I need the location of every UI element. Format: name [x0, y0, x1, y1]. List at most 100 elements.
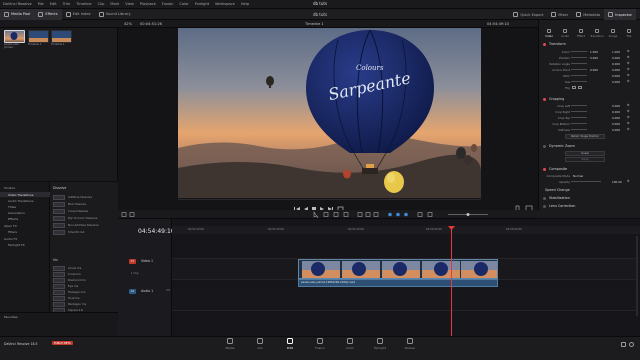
tree-titles[interactable]: Titles — [8, 205, 16, 209]
project-manager-icon[interactable] — [621, 342, 626, 347]
param-slider[interactable] — [571, 63, 587, 65]
insert-clip-icon[interactable] — [357, 212, 363, 217]
timeline-scrollbar[interactable] — [636, 236, 638, 316]
stabilization-section-header[interactable]: Stabilization — [540, 195, 636, 201]
param-y-value[interactable]: 0.000 — [612, 56, 620, 60]
tree-filters[interactable]: Filters — [8, 230, 17, 234]
dynamic-zoom-section-header[interactable]: Dynamic Zoom — [540, 143, 636, 149]
flag-icon[interactable] — [417, 212, 423, 217]
param-value[interactable]: 0.000 — [612, 80, 620, 84]
page-tab-fusion[interactable]: Fusion — [305, 338, 335, 350]
playhead[interactable] — [451, 226, 452, 336]
layout-icon[interactable] — [129, 212, 135, 217]
page-tab-cut[interactable]: Cut — [245, 338, 275, 350]
param-value[interactable]: 100.00 — [612, 180, 622, 184]
param-softness[interactable]: Softness 0.000 — [540, 127, 636, 132]
menu-view[interactable]: View — [125, 2, 134, 6]
viewer-scrubber[interactable] — [178, 199, 481, 200]
page-tab-color[interactable]: Color — [335, 338, 365, 350]
opacity-slider[interactable] — [571, 181, 601, 183]
swap-button[interactable]: Swap — [565, 157, 605, 162]
page-tab-media[interactable]: Media — [215, 338, 245, 350]
timeline-thumbnail[interactable] — [28, 30, 49, 43]
param-slider[interactable] — [571, 123, 587, 125]
param-crop-bottom[interactable]: Crop Bottom 0.000 — [540, 121, 636, 126]
param-flip[interactable]: Flip — [540, 85, 636, 90]
keyframe-icon[interactable] — [626, 109, 630, 114]
page-tab-edit[interactable]: Edit — [275, 338, 305, 350]
page-tab-deliver[interactable]: Deliver — [395, 338, 425, 350]
keyframe-icon[interactable] — [626, 115, 630, 120]
tree-video-transitions[interactable]: Video Transitions — [8, 193, 33, 197]
enabled-indicator-icon[interactable] — [543, 204, 546, 208]
enabled-indicator-icon[interactable] — [543, 167, 546, 171]
tree-fairlight-fx[interactable]: Fairlight FX — [8, 243, 25, 247]
tab-effect[interactable]: Effect — [573, 29, 589, 38]
audio-track-lane[interactable] — [172, 287, 636, 311]
param-slider[interactable] — [571, 75, 587, 77]
menu-file[interactable]: File — [38, 2, 44, 6]
enabled-indicator-icon[interactable] — [543, 196, 546, 200]
param-slider[interactable] — [571, 81, 587, 83]
media-clip-thumbnail[interactable] — [4, 30, 25, 43]
audio-track-name[interactable]: Audio 1 — [141, 289, 153, 293]
param-slider[interactable] — [571, 129, 587, 131]
linked-selection-icon[interactable] — [396, 212, 400, 217]
menu-mark[interactable]: Mark — [110, 2, 119, 6]
param-x-value[interactable]: 0.000 — [590, 68, 598, 72]
tree-generators[interactable]: Generators — [8, 211, 25, 215]
tab-file[interactable]: File — [621, 29, 637, 38]
sound-library-button[interactable]: Sound Library — [95, 9, 135, 20]
timeline-ruler[interactable] — [172, 226, 640, 234]
zoom-slider-knob[interactable] — [466, 213, 470, 216]
param-x-value[interactable]: 0.000 — [590, 56, 598, 60]
blade-tool-icon[interactable] — [343, 212, 349, 217]
inspector-button[interactable]: Inspector — [604, 9, 636, 20]
quick-export-button[interactable]: Quick Export — [509, 9, 547, 20]
timeline-selector[interactable]: Timeline 1 — [305, 22, 324, 26]
keyframe-icon[interactable] — [626, 61, 630, 66]
viewer-zoom[interactable]: 42% — [124, 22, 132, 26]
param-pitch[interactable]: Pitch 0.000 — [540, 73, 636, 78]
param-slider[interactable] — [571, 57, 587, 59]
param-value[interactable]: 0.000 — [612, 74, 620, 78]
param-slider[interactable] — [571, 51, 587, 53]
trim-tool-icon[interactable] — [323, 212, 329, 217]
param-slider[interactable] — [571, 105, 587, 107]
param-y-value[interactable]: 1.000 — [612, 50, 620, 54]
menu-fusion[interactable]: Fusion — [162, 2, 174, 6]
flip-vertical-icon[interactable] — [578, 85, 582, 89]
selection-tool-icon[interactable] — [313, 211, 319, 219]
param-slider[interactable] — [571, 117, 587, 119]
enabled-indicator-icon[interactable] — [543, 42, 546, 46]
tab-video[interactable]: Video — [541, 29, 557, 38]
menu-workspace[interactable]: Workspace — [215, 2, 235, 6]
media-pool-button[interactable]: Media Pool — [0, 8, 35, 20]
effect-item[interactable]: Cross Dissolve — [53, 208, 115, 214]
tab-audio[interactable]: Audio — [557, 29, 573, 38]
metadata-button[interactable]: Metadata — [572, 9, 604, 20]
position-lock-icon[interactable] — [404, 212, 408, 217]
param-zoom[interactable]: Zoom 1.000 1.000 — [540, 49, 636, 54]
param-value[interactable]: 0.000 — [612, 116, 620, 120]
retain-image-position-toggle[interactable]: Retain Image Position — [565, 134, 605, 139]
menu-playback[interactable]: Playback — [140, 2, 156, 6]
snapping-icon[interactable] — [388, 212, 392, 217]
menu-app[interactable]: DaVinci Resolve — [3, 2, 32, 6]
cropping-section-header[interactable]: Cropping — [540, 96, 636, 102]
param-crop-top[interactable]: Crop Top 0.000 — [540, 115, 636, 120]
param-value[interactable]: 0.000 — [612, 104, 620, 108]
keyframe-icon[interactable] — [626, 73, 630, 78]
dynamic-trim-icon[interactable] — [333, 212, 339, 217]
param-value[interactable]: 0.000 — [612, 110, 620, 114]
layout-icon[interactable] — [121, 212, 127, 217]
keyframe-icon[interactable] — [626, 121, 630, 126]
effect-item[interactable]: Smooth Cut — [53, 229, 115, 235]
overwrite-clip-icon[interactable] — [365, 212, 371, 217]
tree-open-fx[interactable]: Open FX — [4, 224, 17, 228]
param-position[interactable]: Position 0.000 0.000 — [540, 55, 636, 60]
param-opacity[interactable]: Opacity 100.00 — [540, 179, 636, 184]
param-yaw[interactable]: Yaw 0.000 — [540, 79, 636, 84]
tab-image[interactable]: Image — [605, 29, 621, 38]
menu-timeline[interactable]: Timeline — [76, 2, 91, 6]
